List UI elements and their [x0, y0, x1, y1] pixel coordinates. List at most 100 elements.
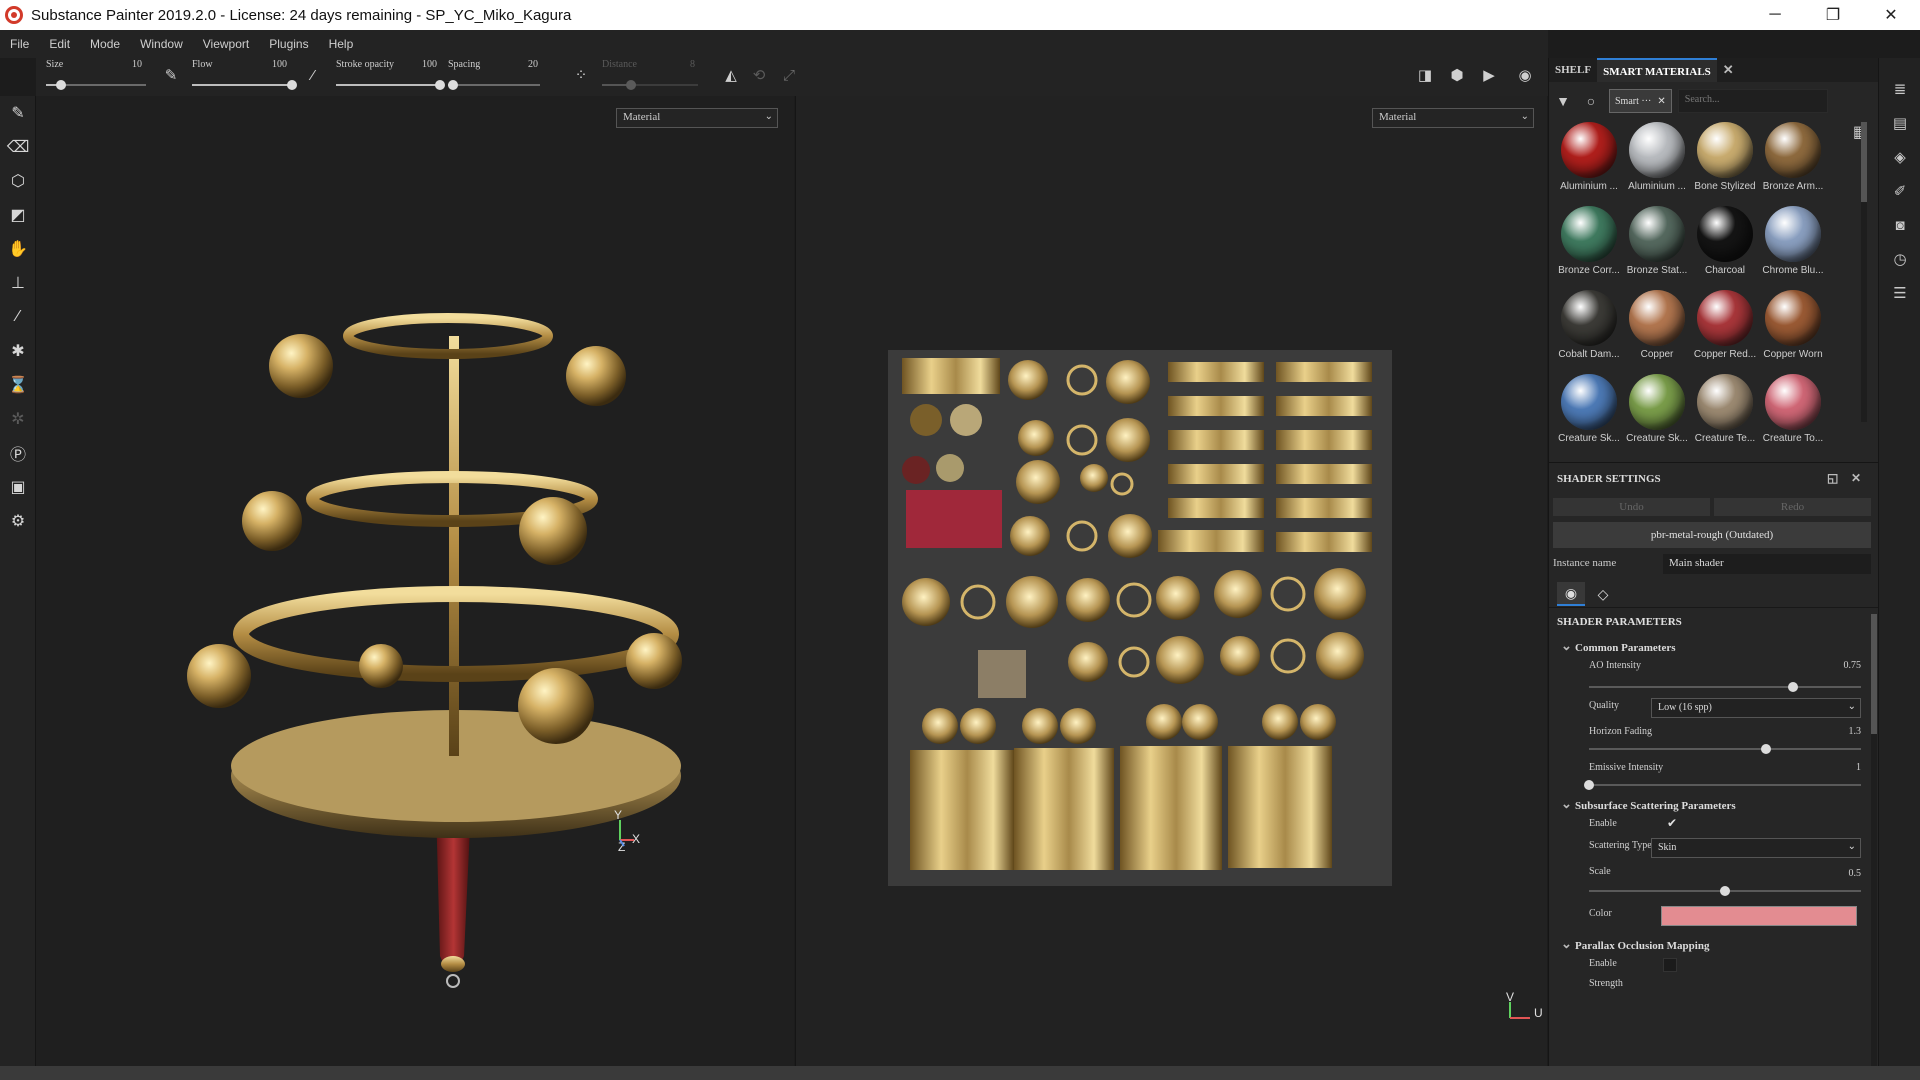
spacing-slider[interactable]: Spacing 20	[447, 56, 540, 96]
display-settings-icon[interactable]: ◙	[1879, 208, 1920, 242]
emissive-intensity-handle[interactable]	[1584, 780, 1594, 790]
distance-slider[interactable]: Distance 8	[602, 56, 698, 96]
smudge-icon[interactable]: ✋	[0, 232, 36, 266]
scattering-type-dropdown[interactable]: Skin ⌄	[1651, 838, 1861, 858]
remove-filter-icon[interactable]: ✕	[1657, 96, 1665, 107]
shader-view-tab-icon[interactable]: ◇	[1589, 582, 1617, 606]
horizon-fading-handle[interactable]	[1760, 744, 1771, 754]
distance-slider-handle[interactable]	[625, 80, 636, 90]
sss-enable-checkbox[interactable]: ✔	[1667, 816, 1677, 831]
material-tile[interactable]: Charcoal	[1691, 206, 1759, 278]
particles-icon[interactable]: ✲	[0, 402, 36, 436]
viewport-3d-mode-dropdown[interactable]: Material ⌄	[616, 108, 778, 128]
filter-chip[interactable]: Smart ··· ✕	[1609, 89, 1672, 113]
material-tile[interactable]: Aluminium ...	[1555, 122, 1623, 194]
filter-icon[interactable]: ▼	[1549, 93, 1577, 109]
ao-intensity-handle[interactable]	[1788, 682, 1798, 692]
menu-viewport[interactable]: Viewport	[193, 37, 259, 51]
horizon-fading-value[interactable]: 1.3	[1849, 726, 1862, 737]
photoshop-icon[interactable]: Ⓟ	[0, 436, 36, 470]
material-tile[interactable]: Bronze Stat...	[1623, 206, 1691, 278]
float-panel-icon[interactable]: ◱	[1827, 471, 1838, 486]
menu-plugins[interactable]: Plugins	[259, 37, 318, 51]
menu-window[interactable]: Window	[130, 37, 193, 51]
material-tile[interactable]: Bronze Arm...	[1759, 122, 1827, 194]
color-swatch[interactable]	[1661, 906, 1857, 926]
brush-properties-icon[interactable]: ✐	[1879, 174, 1920, 208]
material-tile[interactable]: Creature To...	[1759, 374, 1827, 446]
material-tile[interactable]: Copper Red...	[1691, 290, 1759, 362]
shelf-search-input[interactable]: Search...	[1677, 89, 1828, 113]
color-picker-icon[interactable]: ⁄	[0, 300, 36, 334]
projection-icon[interactable]: ⬡	[0, 164, 36, 198]
transform-icon[interactable]: ⤢	[778, 64, 800, 86]
minimize-button[interactable]: ─	[1746, 0, 1804, 30]
subsurface-scattering-group[interactable]: Subsurface Scattering Parameters	[1561, 796, 1736, 812]
menu-help[interactable]: Help	[319, 37, 364, 51]
parameters-scrollbar[interactable]	[1871, 614, 1877, 1066]
tab-smart-materials[interactable]: SMART MATERIALS	[1597, 58, 1717, 82]
lazy-mouse-icon[interactable]: ⁘	[570, 64, 592, 86]
viewport-3d[interactable]: Material ⌄ Y X Z	[36, 96, 794, 1066]
scale-handle[interactable]	[1720, 886, 1730, 896]
redo-button[interactable]: Redo	[1714, 498, 1871, 516]
stroke-opacity-slider[interactable]: Stroke opacity 100	[336, 56, 445, 96]
material-tile[interactable]: Creature Sk...	[1623, 374, 1691, 446]
menu-mode[interactable]: Mode	[80, 37, 130, 51]
clone-stamp-icon[interactable]: ⊥	[0, 266, 36, 300]
log-icon[interactable]: ☰	[1879, 276, 1920, 310]
emissive-intensity-value[interactable]: 1	[1856, 762, 1861, 773]
layers-list-icon[interactable]: ≣	[1879, 72, 1920, 106]
close-panel-icon[interactable]: ✕	[1851, 471, 1861, 486]
screenshot-camera-icon[interactable]: ◉	[1514, 64, 1536, 86]
shader-params-tab-icon[interactable]: ◉	[1557, 582, 1585, 606]
geometry-decal-icon[interactable]: ⌛	[0, 368, 36, 402]
eraser-icon[interactable]: ⌫	[0, 130, 36, 164]
common-parameters-group[interactable]: Common Parameters	[1561, 638, 1675, 654]
material-tile[interactable]: Copper Worn	[1759, 290, 1827, 362]
export-icon[interactable]: ▣	[0, 470, 36, 504]
size-slider-handle[interactable]	[56, 80, 66, 90]
instance-name-field[interactable]: Main shader	[1663, 554, 1871, 574]
shelf-scrollbar[interactable]	[1861, 122, 1867, 422]
scale-slider[interactable]	[1589, 886, 1861, 896]
material-tile[interactable]: Creature Sk...	[1555, 374, 1623, 446]
camera-cube-icon[interactable]: ⬢	[1446, 64, 1468, 86]
shader-select-button[interactable]: pbr-metal-rough (Outdated)	[1553, 522, 1871, 548]
horizon-fading-slider[interactable]	[1589, 744, 1861, 754]
tab-shelf[interactable]: SHELF	[1549, 58, 1597, 82]
layers-stack-icon[interactable]: ◈	[1879, 140, 1920, 174]
parallax-occlusion-group[interactable]: Parallax Occlusion Mapping	[1561, 936, 1710, 952]
viewport-2d-mode-dropdown[interactable]: Material ⌄	[1372, 108, 1534, 128]
menu-edit[interactable]: Edit	[39, 37, 80, 51]
paint-brush-icon[interactable]: ✎	[0, 96, 36, 130]
video-camera-icon[interactable]: ▶	[1478, 64, 1500, 86]
brush-alignment-icon[interactable]: ✎	[160, 64, 182, 86]
scale-value[interactable]: 0.5	[1849, 868, 1862, 879]
material-tile[interactable]: Bronze Corr...	[1555, 206, 1623, 278]
ao-intensity-value[interactable]: 0.75	[1844, 660, 1862, 671]
close-button[interactable]: ✕	[1862, 0, 1920, 30]
material-tile[interactable]: Cobalt Dam...	[1555, 290, 1623, 362]
texture-set-icon[interactable]: ▤	[1879, 106, 1920, 140]
flow-slider-handle[interactable]	[287, 80, 297, 90]
stroke-opacity-slider-handle[interactable]	[435, 80, 445, 90]
pressure-icon[interactable]: ⁄	[302, 64, 324, 86]
circle-filter-icon[interactable]: ○	[1577, 93, 1605, 109]
history-icon[interactable]: ◷	[1879, 242, 1920, 276]
polygon-fill-icon[interactable]: ◩	[0, 198, 36, 232]
undo-button[interactable]: Undo	[1553, 498, 1710, 516]
menu-file[interactable]: File	[0, 37, 39, 51]
symmetry-icon[interactable]: ◭	[720, 64, 742, 86]
settings-gear-icon[interactable]: ⚙	[0, 504, 36, 538]
view-mode-icon[interactable]: ◨	[1414, 64, 1436, 86]
bake-icon[interactable]: ✱	[0, 334, 36, 368]
material-tile[interactable]: Chrome Blu...	[1759, 206, 1827, 278]
flow-slider[interactable]: Flow 100	[192, 56, 297, 96]
size-slider[interactable]: Size 10	[46, 56, 146, 96]
emissive-intensity-slider[interactable]	[1584, 780, 1861, 790]
close-tab-icon[interactable]: ✕	[1723, 62, 1734, 78]
material-tile[interactable]: Aluminium ...	[1623, 122, 1691, 194]
pom-enable-checkbox[interactable]	[1663, 958, 1677, 972]
material-tile[interactable]: Creature Te...	[1691, 374, 1759, 446]
